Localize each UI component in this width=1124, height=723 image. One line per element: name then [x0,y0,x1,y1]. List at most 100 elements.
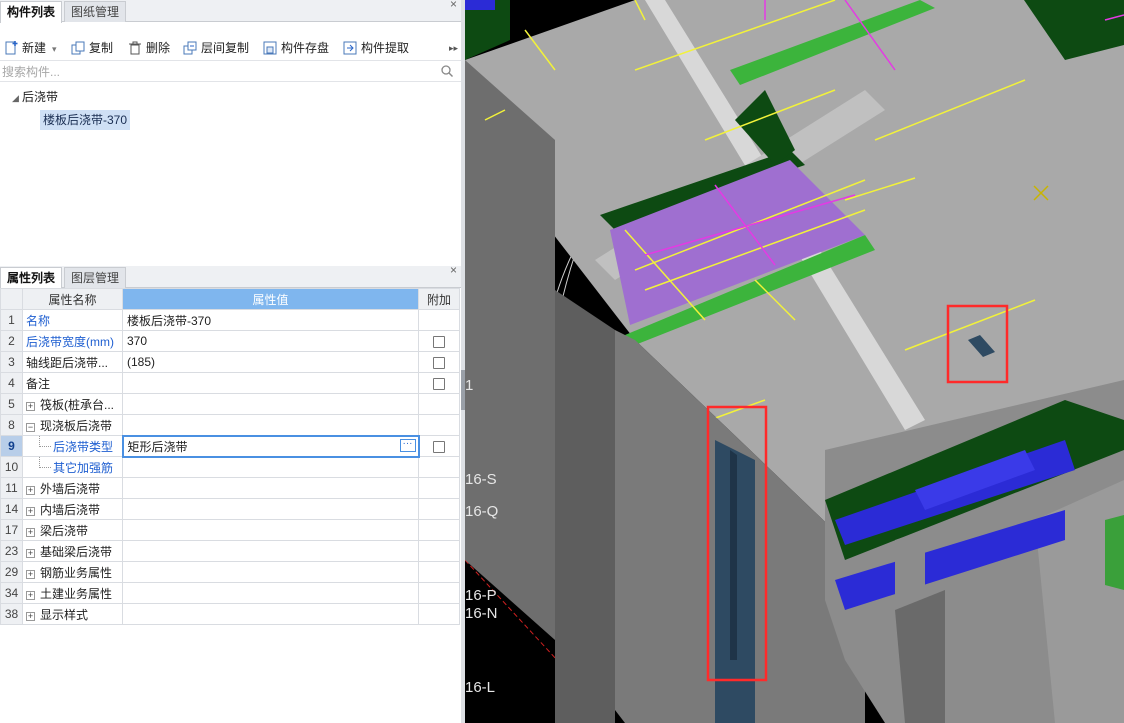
property-value-cell[interactable] [122,603,419,625]
expand-icon[interactable]: + [26,590,35,600]
property-name-cell[interactable]: 名称 [22,309,123,331]
row-number: 17 [0,519,23,541]
floor-copy-button[interactable]: 层间复制 [183,38,249,58]
left-panel: 构件列表 图纸管理 × 新建 ▾ 复制 删除 层间复制 构件存盘 构件提取 ▸▸… [0,0,461,723]
property-value-cell[interactable] [122,414,419,436]
property-value-cell[interactable] [122,372,419,394]
tab-component-list[interactable]: 构件列表 [0,1,63,23]
property-value-cell[interactable]: 矩形后浇带 ··· [121,434,420,458]
copy-button[interactable]: 复制 [71,38,113,58]
expand-icon[interactable]: + [26,569,35,579]
3d-viewport[interactable]: 1 16-S 16-Q 16-P 16-N 16-L [465,0,1124,723]
expand-icon[interactable]: + [26,527,35,537]
property-value-cell[interactable]: (185) [122,351,419,373]
save-component-button[interactable]: 构件存盘 [263,38,329,58]
attach-checkbox[interactable] [433,440,446,453]
property-name-cell[interactable]: 后浇带类型 [22,435,123,457]
property-row[interactable]: 4 备注 [0,372,460,394]
property-value-header[interactable]: 属性值 [122,288,419,310]
property-name-header[interactable]: 属性名称 [22,288,123,310]
tree-branch-line [39,436,51,447]
property-name-cell[interactable]: 其它加强筋 [22,456,123,478]
property-value-cell[interactable] [122,561,419,583]
property-name-cell[interactable]: − 现浇板后浇带 [22,414,123,436]
property-extra-cell [418,435,460,457]
expand-icon[interactable]: + [26,506,35,516]
property-value-cell[interactable]: 楼板后浇带-370 [122,309,419,331]
property-row[interactable]: 9 后浇带类型 矩形后浇带 ··· [0,434,460,458]
tab-layer-management[interactable]: 图层管理 [64,267,127,288]
property-name-cell[interactable]: + 显示样式 [22,603,123,625]
tab-drawing-management[interactable]: 图纸管理 [64,1,127,22]
property-value-cell[interactable] [122,582,419,604]
ellipsis-button[interactable]: ··· [399,438,416,452]
expand-icon[interactable]: + [26,548,35,558]
property-row[interactable]: 5 + 筏板(桩承台... [0,393,460,415]
delete-button[interactable]: 删除 [128,38,170,58]
property-value-cell[interactable] [122,540,419,562]
new-label: 新建 [22,41,47,55]
expand-icon[interactable]: + [26,611,35,621]
property-row[interactable]: 29 + 钢筋业务属性 [0,561,460,583]
attach-checkbox[interactable] [433,377,445,390]
collapse-icon[interactable]: − [26,422,35,432]
new-dropdown-icon[interactable]: ▾ [52,44,57,54]
tab-property-list[interactable]: 属性列表 [0,267,63,289]
property-name-cell[interactable]: + 内墙后浇带 [22,498,123,520]
property-name-cell[interactable]: + 基础梁后浇带 [22,540,123,562]
tree-node-post-cast-strip[interactable]: ◢ 后浇带 [12,88,58,106]
property-value-cell[interactable] [122,519,419,541]
property-name-cell[interactable]: + 外墙后浇带 [22,477,123,499]
property-value-cell[interactable] [122,456,419,478]
property-name-cell[interactable]: 轴线距后浇带... [22,351,123,373]
property-name-cell[interactable]: 备注 [22,372,123,394]
grey-post [895,530,925,600]
row-number: 4 [0,372,23,394]
property-row[interactable]: 17 + 梁后浇带 [0,519,460,541]
property-row[interactable]: 38 + 显示样式 [0,603,460,625]
3d-scene[interactable]: 1 16-S 16-Q 16-P 16-N 16-L [465,0,1124,723]
property-name-cell[interactable]: + 钢筋业务属性 [22,561,123,583]
property-value-cell[interactable] [122,393,419,415]
expand-icon[interactable]: + [26,485,35,495]
property-row[interactable]: 2 后浇带宽度(mm) 370 [0,330,460,352]
new-button[interactable]: 新建 ▾ [4,38,57,58]
property-value-cell[interactable] [122,477,419,499]
property-name-cell[interactable]: + 筏板(桩承台... [22,393,123,415]
property-row[interactable]: 8− 现浇板后浇带 [0,414,460,436]
property-row[interactable]: 10 其它加强筋 [0,456,460,478]
property-value-cell[interactable]: 370 [122,330,419,352]
property-row[interactable]: 3 轴线距后浇带... (185) [0,351,460,373]
property-name-cell[interactable]: + 土建业务属性 [22,582,123,604]
attach-checkbox[interactable] [433,356,445,369]
pin-icon[interactable]: × [450,0,457,11]
property-extra-cell [418,393,460,415]
property-row[interactable]: 34 + 土建业务属性 [0,582,460,604]
property-row[interactable]: 14 + 内墙后浇带 [0,498,460,520]
extract-component-button[interactable]: 构件提取 [343,38,409,58]
property-row[interactable]: 11 + 外墙后浇带 [0,477,460,499]
search-icon[interactable] [441,65,453,77]
property-extra-header[interactable]: 附加 [418,288,460,310]
property-row[interactable]: 1 名称 楼板后浇带-370 [0,309,460,331]
property-row[interactable]: 23 + 基础梁后浇带 [0,540,460,562]
search-input[interactable] [2,63,432,80]
property-name: 梁后浇带 [40,523,89,538]
delete-label: 删除 [146,41,171,55]
floor-copy-icon [183,41,197,55]
collapse-arrow-icon[interactable]: ◢ [12,89,22,107]
attach-checkbox[interactable] [433,335,445,348]
save-icon [263,41,277,55]
expand-icon[interactable]: + [26,401,35,411]
property-name-cell[interactable]: + 梁后浇带 [22,519,123,541]
wall-strip-edge [730,450,737,660]
row-number: 23 [0,540,23,562]
property-name-cell[interactable]: 后浇带宽度(mm) [22,330,123,352]
property-value-cell[interactable] [122,498,419,520]
row-number: 9 [0,435,23,457]
tree-item-slab-post-cast-strip[interactable]: 楼板后浇带-370 [40,110,131,130]
property-extra-cell [418,309,460,331]
row-number: 11 [0,477,23,499]
pin-icon[interactable]: × [450,263,457,277]
toolbar-overflow-button[interactable]: ▸▸ [449,38,458,58]
